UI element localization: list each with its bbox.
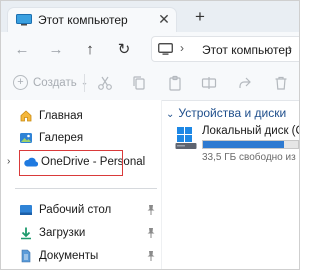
sidebar-divider	[15, 188, 157, 189]
back-button[interactable]: ←	[13, 40, 31, 58]
sidebar-item-home[interactable]: Главная	[1, 106, 161, 128]
drive-icon	[175, 127, 197, 149]
tab-title: Этот компьютер	[38, 13, 128, 27]
navigation-pane: Главная Галерея › OneDrive - Personal Ра…	[1, 100, 161, 269]
sidebar-item-label: Галерея	[39, 132, 84, 144]
rename-icon[interactable]	[201, 75, 217, 91]
desktop-icon	[20, 205, 32, 215]
delete-icon[interactable]	[273, 75, 289, 91]
pin-icon[interactable]	[146, 204, 156, 216]
sidebar-item-documents[interactable]: Документы	[1, 246, 161, 268]
file-explorer-window: Этот компьютер ✕ + ← → ↑ ↻ › Этот компью…	[0, 0, 300, 270]
cut-icon[interactable]	[97, 75, 113, 91]
breadcrumb-this-pc[interactable]: Этот компьютер	[202, 43, 292, 57]
copy-icon[interactable]	[131, 75, 147, 91]
downloads-icon	[21, 227, 31, 240]
up-button[interactable]: ↑	[81, 40, 99, 58]
create-button[interactable]: + Создать ⌄	[13, 75, 88, 90]
address-bar[interactable]: › Этот компьютер ›	[151, 36, 299, 62]
refresh-button[interactable]: ↻	[115, 40, 133, 58]
plus-icon: +	[13, 75, 28, 90]
pin-icon[interactable]	[146, 227, 156, 239]
sidebar-item-label: Загрузки	[39, 227, 86, 239]
monitor-icon	[158, 43, 173, 55]
chevron-right-icon[interactable]: ›	[7, 156, 10, 167]
breadcrumb-separator: ›	[288, 41, 292, 55]
drive-usage-fill	[203, 141, 284, 148]
sidebar-item-gallery[interactable]: Галерея	[1, 128, 161, 150]
close-tab-icon[interactable]: ✕	[156, 11, 172, 28]
command-bar: + Создать ⌄	[1, 66, 299, 101]
devices-group-header[interactable]: ⌄ Устройства и диски	[166, 106, 286, 120]
navigation-bar: ← → ↑ ↻ › Этот компьютер ›	[1, 32, 299, 67]
tab-strip: Этот компьютер ✕ +	[1, 1, 299, 32]
new-tab-button[interactable]: +	[191, 7, 209, 27]
drive-usage-bar	[202, 140, 299, 149]
monitor-icon	[16, 14, 32, 26]
drive-name: Локальный диск (C:)	[202, 125, 300, 137]
pin-icon[interactable]	[146, 250, 156, 262]
group-title: Устройства и диски	[178, 106, 287, 120]
toolbar-divider	[84, 74, 85, 92]
gallery-icon	[20, 133, 32, 143]
highlight-box	[19, 150, 123, 176]
paste-icon[interactable]	[167, 75, 183, 91]
sidebar-item-label: Рабочий стол	[39, 204, 112, 216]
sidebar-item-label: Главная	[39, 110, 83, 122]
breadcrumb-separator: ›	[180, 41, 184, 55]
drive-free-space: 33,5 ГБ свободно из 6	[202, 152, 300, 163]
share-icon[interactable]	[237, 75, 253, 91]
sidebar-item-downloads[interactable]: Загрузки	[1, 223, 161, 245]
chevron-down-icon: ⌄	[166, 109, 175, 120]
home-icon	[20, 110, 32, 122]
sidebar-item-desktop[interactable]: Рабочий стол	[1, 200, 161, 222]
documents-icon	[21, 249, 31, 263]
create-label: Создать	[33, 76, 77, 89]
content-pane: ⌄ Устройства и диски Локальный диск (C:) …	[162, 100, 299, 269]
tab-this-pc[interactable]: Этот компьютер ✕	[7, 7, 177, 32]
sidebar-item-label: Документы	[39, 250, 99, 262]
forward-button[interactable]: →	[47, 40, 65, 58]
